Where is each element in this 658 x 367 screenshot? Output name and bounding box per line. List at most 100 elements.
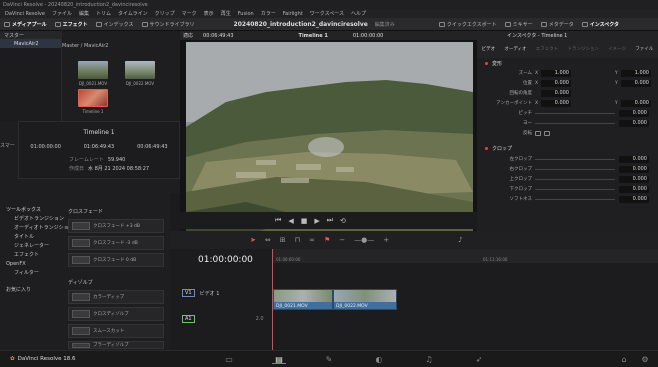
timeline-thumbnail[interactable]: Timeline 1: [78, 89, 108, 114]
video-clip[interactable]: DJI_0022.MOV: [333, 289, 397, 310]
play-icon[interactable]: ▶: [314, 217, 319, 225]
timeline-name-dropdown[interactable]: Timeline 1: [299, 33, 328, 39]
flip-v-icon[interactable]: [544, 130, 550, 136]
bin-item-mavicair2[interactable]: MavicAir2: [0, 39, 61, 48]
menu-fairlight[interactable]: Fairlight: [283, 11, 303, 17]
menu-view[interactable]: 表示: [204, 10, 214, 17]
tab-video[interactable]: ビデオ: [482, 46, 496, 52]
zoom-x-field[interactable]: 1.000: [541, 69, 571, 77]
tab-audio[interactable]: オーディオ: [504, 46, 526, 52]
yaw-field[interactable]: 0.000: [619, 119, 649, 127]
menu-edit[interactable]: 編集: [79, 10, 89, 17]
rotation-field[interactable]: 0.000: [541, 89, 571, 97]
crop-top-field[interactable]: 0.000: [619, 175, 649, 183]
flag-icon[interactable]: ⚑: [324, 236, 330, 244]
video-clip[interactable]: DJI_0021.MOV: [273, 289, 333, 310]
skip-start-icon[interactable]: ⏮: [275, 216, 281, 225]
pitch-slider[interactable]: [535, 112, 615, 114]
menu-trim[interactable]: トリム: [96, 10, 111, 17]
mixer-button[interactable]: ミキサー: [501, 18, 537, 31]
filters-item[interactable]: フィルター: [0, 268, 170, 277]
transition-item[interactable]: カラーディップ: [68, 290, 164, 304]
sound-library-button[interactable]: サウンドライブラリ: [138, 18, 199, 31]
transition-item[interactable]: ブラーディゾルブ: [68, 341, 164, 349]
softness-field[interactable]: 0.000: [619, 195, 649, 203]
color-page-icon[interactable]: ◐: [372, 355, 386, 364]
crop-bottom-slider[interactable]: [535, 188, 615, 190]
tab-effects[interactable]: エフェクト: [536, 46, 559, 52]
timeline-ruler[interactable]: 01:00:00:00 01:11:16:00: [273, 249, 658, 263]
transition-item[interactable]: クロスディゾルブ: [68, 307, 164, 321]
flip-h-icon[interactable]: [535, 130, 541, 136]
clip-thumbnail[interactable]: DJI_0021.MOV: [78, 61, 108, 86]
position-x-field[interactable]: 0.000: [541, 79, 571, 87]
menu-file[interactable]: ファイル: [52, 10, 72, 17]
menu-fusion[interactable]: Fusion: [238, 11, 254, 17]
crop-bottom-field[interactable]: 0.000: [619, 185, 649, 193]
tab-image[interactable]: イメージ: [608, 46, 626, 52]
softness-slider[interactable]: [535, 198, 615, 200]
zoom-in-icon[interactable]: +: [383, 236, 389, 244]
position-y-field[interactable]: 0.000: [621, 79, 651, 87]
menu-timeline[interactable]: タイムライン: [118, 10, 148, 17]
anchor-x-field[interactable]: 0.000: [541, 99, 571, 107]
edit-page-icon[interactable]: ▤: [272, 355, 286, 364]
media-pool-icon: [4, 21, 10, 27]
settings-icon[interactable]: ⚙: [638, 355, 652, 364]
crop-right-slider[interactable]: [535, 168, 615, 170]
playhead[interactable]: [272, 249, 273, 350]
selection-tool-icon[interactable]: ➤: [250, 236, 256, 244]
blade-tool-icon[interactable]: ⊞: [280, 236, 286, 244]
tab-file[interactable]: ファイル: [635, 46, 653, 52]
stop-button-icon[interactable]: ■: [301, 217, 308, 225]
crop-enabled-icon[interactable]: [485, 146, 488, 150]
home-icon[interactable]: ⌂: [617, 355, 631, 364]
clip-thumbnail[interactable]: DJI_0022.MOV: [125, 61, 155, 86]
yaw-slider[interactable]: [535, 122, 615, 124]
skip-end-icon[interactable]: ⏭: [327, 216, 333, 225]
metadata-button[interactable]: メタデータ: [537, 18, 578, 31]
crop-left-slider[interactable]: [535, 158, 615, 160]
menu-help[interactable]: ヘルプ: [351, 10, 366, 17]
transform-enabled-icon[interactable]: [485, 61, 488, 65]
pitch-field[interactable]: 0.000: [619, 109, 649, 117]
anchor-y-field[interactable]: 0.000: [621, 99, 651, 107]
transition-item[interactable]: クロスフェード -3 dB: [68, 236, 164, 250]
crop-top-slider[interactable]: [535, 178, 615, 180]
zoom-y-field[interactable]: 1.000: [621, 69, 651, 77]
v1-label[interactable]: V1: [182, 289, 195, 297]
zoom-dropdown[interactable]: 適応: [183, 32, 193, 39]
zoom-slider[interactable]: —●—: [354, 236, 374, 244]
zoom-out-icon[interactable]: −: [339, 236, 345, 244]
media-pool-button[interactable]: メディアプール: [0, 18, 51, 31]
crop-left-field[interactable]: 0.000: [619, 155, 649, 163]
menu-workspace[interactable]: ワークスペース: [310, 10, 344, 17]
volume-icon[interactable]: ♪: [458, 236, 462, 244]
index-button[interactable]: インデックス: [92, 18, 138, 31]
transition-item[interactable]: クロスフェード 0 dB: [68, 253, 164, 267]
menu-mark[interactable]: マーク: [182, 10, 197, 17]
crop-right-field[interactable]: 0.000: [619, 165, 649, 173]
transition-item[interactable]: スムースカット: [68, 324, 164, 338]
media-page-icon[interactable]: ▭: [222, 355, 236, 364]
fusion-page-icon[interactable]: ✎: [322, 355, 336, 364]
transition-item[interactable]: クロスフェード +3 dB: [68, 219, 164, 233]
effects-button[interactable]: エフェクト: [51, 18, 92, 31]
a1-label[interactable]: A1: [182, 315, 195, 323]
video-frame[interactable]: [186, 42, 473, 235]
quick-export-button[interactable]: クイックエクスポート: [435, 18, 501, 31]
inspector-button[interactable]: インスペクタ: [578, 18, 623, 31]
menu-color[interactable]: カラー: [261, 10, 276, 17]
trim-tool-icon[interactable]: ⇔: [265, 236, 271, 244]
link-icon[interactable]: ∞: [309, 236, 315, 244]
tab-transition[interactable]: トランジション: [567, 46, 599, 52]
menu-clip[interactable]: クリップ: [155, 10, 175, 17]
loop-icon[interactable]: ⟲: [340, 217, 346, 225]
fairlight-page-icon[interactable]: ♫: [422, 355, 436, 364]
menu-davinci[interactable]: DaVinci Resolve: [5, 11, 45, 17]
snap-icon[interactable]: ⊓: [295, 236, 300, 244]
stop-icon[interactable]: ◀: [288, 217, 293, 225]
deliver-page-icon[interactable]: ➶: [472, 355, 486, 364]
menu-playback[interactable]: 再生: [221, 10, 231, 17]
master-bin-header[interactable]: マスター: [0, 31, 61, 39]
